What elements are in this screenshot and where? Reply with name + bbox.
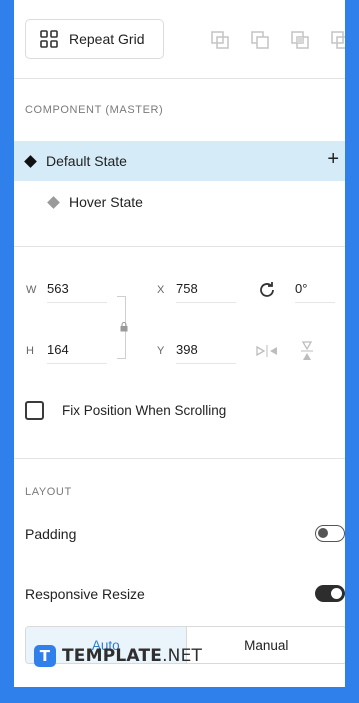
subtract-icon[interactable] [250, 30, 270, 50]
property-inspector-panel: Repeat Grid COMPONENT (MASTER) Default S… [14, 0, 345, 687]
responsive-resize-toggle[interactable] [315, 585, 345, 602]
y-label: Y [157, 345, 165, 357]
filled-diamond-icon [24, 154, 37, 168]
repeat-grid-button[interactable]: Repeat Grid [25, 19, 164, 59]
fix-position-checkbox[interactable] [25, 401, 44, 420]
flip-vertical-icon[interactable] [301, 341, 313, 361]
flip-horizontal-icon[interactable] [256, 345, 278, 357]
state-row-hover[interactable]: Hover State [14, 182, 345, 222]
lock-icon[interactable] [120, 322, 128, 332]
responsive-resize-label: Responsive Resize [25, 586, 145, 602]
state-label-default: Default State [46, 153, 127, 169]
fix-position-label: Fix Position When Scrolling [62, 403, 227, 418]
repeat-grid-label: Repeat Grid [69, 31, 145, 47]
watermark-brand: TEMPLATE [62, 646, 163, 666]
height-label: H [26, 345, 34, 357]
padding-label: Padding [25, 526, 77, 542]
rotation-input[interactable]: 0° [295, 281, 335, 303]
component-section-title: COMPONENT (MASTER) [25, 104, 164, 116]
divider [14, 246, 345, 247]
repeat-grid-icon [40, 30, 58, 48]
add-state-icon[interactable]: + [327, 147, 339, 171]
outline-diamond-icon [47, 195, 60, 209]
x-input[interactable]: 758 [176, 281, 236, 303]
add-icon[interactable] [210, 30, 230, 50]
watermark-suffix: .NET [162, 646, 203, 666]
y-input[interactable]: 398 [176, 342, 236, 364]
template-net-watermark: T TEMPLATE .NET [34, 645, 202, 667]
state-label-hover: Hover State [69, 194, 143, 210]
layout-section-title: LAYOUT [25, 486, 72, 498]
divider [14, 458, 345, 459]
rotate-icon [260, 282, 274, 297]
width-input[interactable]: 563 [47, 281, 107, 303]
segment-manual[interactable]: Manual [187, 627, 346, 663]
divider [14, 78, 345, 79]
height-input[interactable]: 164 [47, 342, 107, 364]
intersect-icon[interactable] [290, 30, 310, 50]
exclude-icon[interactable] [330, 30, 345, 50]
padding-toggle[interactable] [315, 525, 345, 542]
watermark-logo-icon: T [34, 645, 56, 667]
state-row-default[interactable]: Default State + [14, 141, 345, 181]
x-label: X [157, 284, 165, 296]
width-label: W [26, 284, 37, 296]
